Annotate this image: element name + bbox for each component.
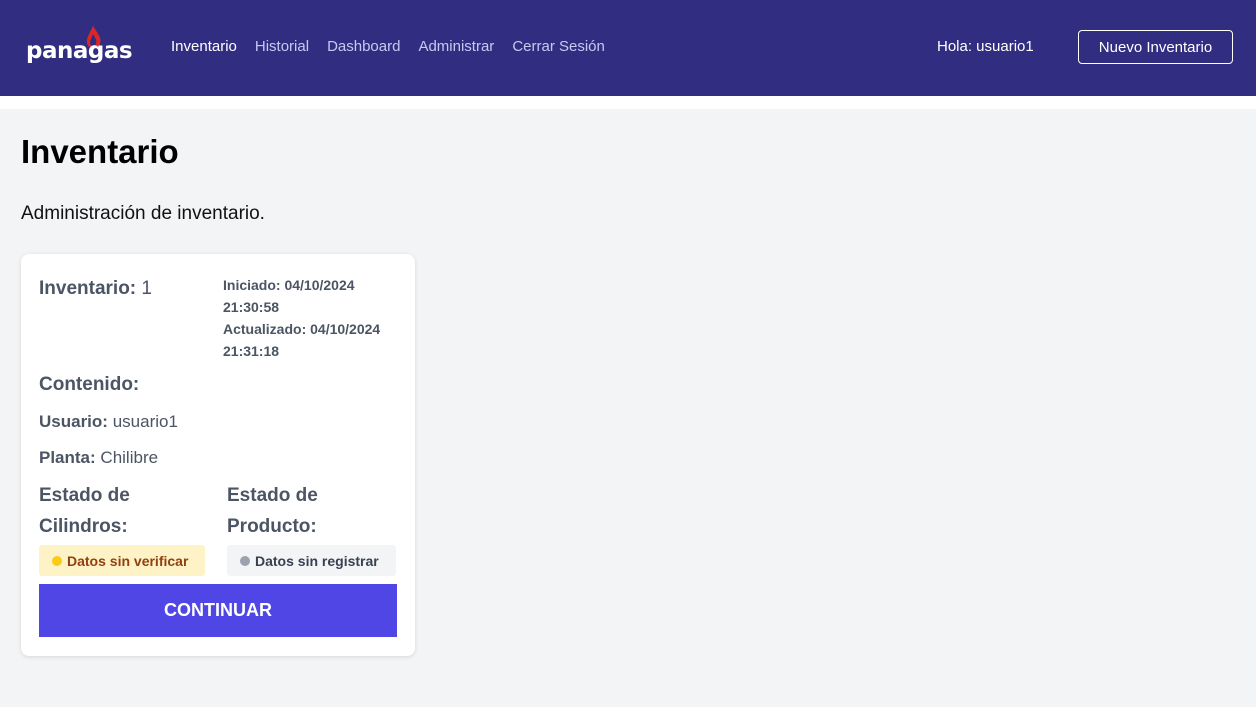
producto-status-text: Datos sin registrar — [255, 552, 379, 569]
usuario-label: Usuario: — [39, 412, 108, 431]
inventory-dates: Iniciado: 04/10/2024 21:30:58 Actualizad… — [223, 274, 403, 362]
continue-button[interactable]: CONTINUAR — [39, 584, 397, 637]
nav-cerrar-sesion[interactable]: Cerrar Sesión — [512, 38, 605, 55]
planta-value: Chilibre — [100, 448, 159, 467]
planta-row: Planta: Chilibre — [39, 448, 158, 468]
planta-label: Planta: — [39, 448, 96, 467]
user-greeting: Hola: usuario1 — [937, 38, 1034, 55]
yellow-dot-icon — [52, 555, 62, 566]
inventory-number: 1 — [141, 278, 152, 299]
started-time: 21:30:58 — [223, 299, 280, 315]
contenido-heading: Contenido: — [39, 374, 140, 395]
started-date: Iniciado: 04/10/2024 — [223, 277, 355, 293]
updated-time: 21:31:18 — [223, 343, 280, 359]
gray-dot-icon — [240, 555, 250, 566]
top-navbar: panagas Inventario Historial Dashboard A… — [0, 0, 1256, 96]
updated-date: Actualizado: 04/10/2024 — [223, 321, 381, 337]
producto-status-label: Estado de Producto: — [227, 485, 318, 537]
panagas-logo[interactable]: panagas — [26, 24, 136, 72]
new-inventory-button[interactable]: Nuevo Inventario — [1078, 30, 1233, 64]
inventory-heading: Inventario: 1 — [39, 278, 152, 300]
nav-inventario[interactable]: Inventario — [171, 38, 237, 55]
usuario-value: usuario1 — [112, 412, 178, 431]
usuario-row: Usuario: usuario1 — [39, 412, 178, 432]
cilindros-status-badge: Datos sin verificar — [39, 545, 205, 576]
logo-text: panagas — [26, 38, 133, 64]
inventory-card: Inventario: 1 Iniciado: 04/10/2024 21:30… — [21, 254, 415, 656]
header-divider — [0, 96, 1256, 109]
page-title: Inventario — [21, 133, 179, 170]
nav-dashboard[interactable]: Dashboard — [327, 38, 400, 55]
page-subtitle: Administración de inventario. — [21, 203, 265, 224]
cilindros-status-label: Estado de Cilindros: — [39, 485, 130, 537]
inventory-label: Inventario: — [39, 278, 137, 299]
nav-historial[interactable]: Historial — [255, 38, 309, 55]
nav-administrar[interactable]: Administrar — [418, 38, 494, 55]
main-nav: Inventario Historial Dashboard Administr… — [171, 38, 605, 55]
producto-status-badge: Datos sin registrar — [227, 545, 396, 576]
cilindros-status-text: Datos sin verificar — [67, 552, 189, 569]
